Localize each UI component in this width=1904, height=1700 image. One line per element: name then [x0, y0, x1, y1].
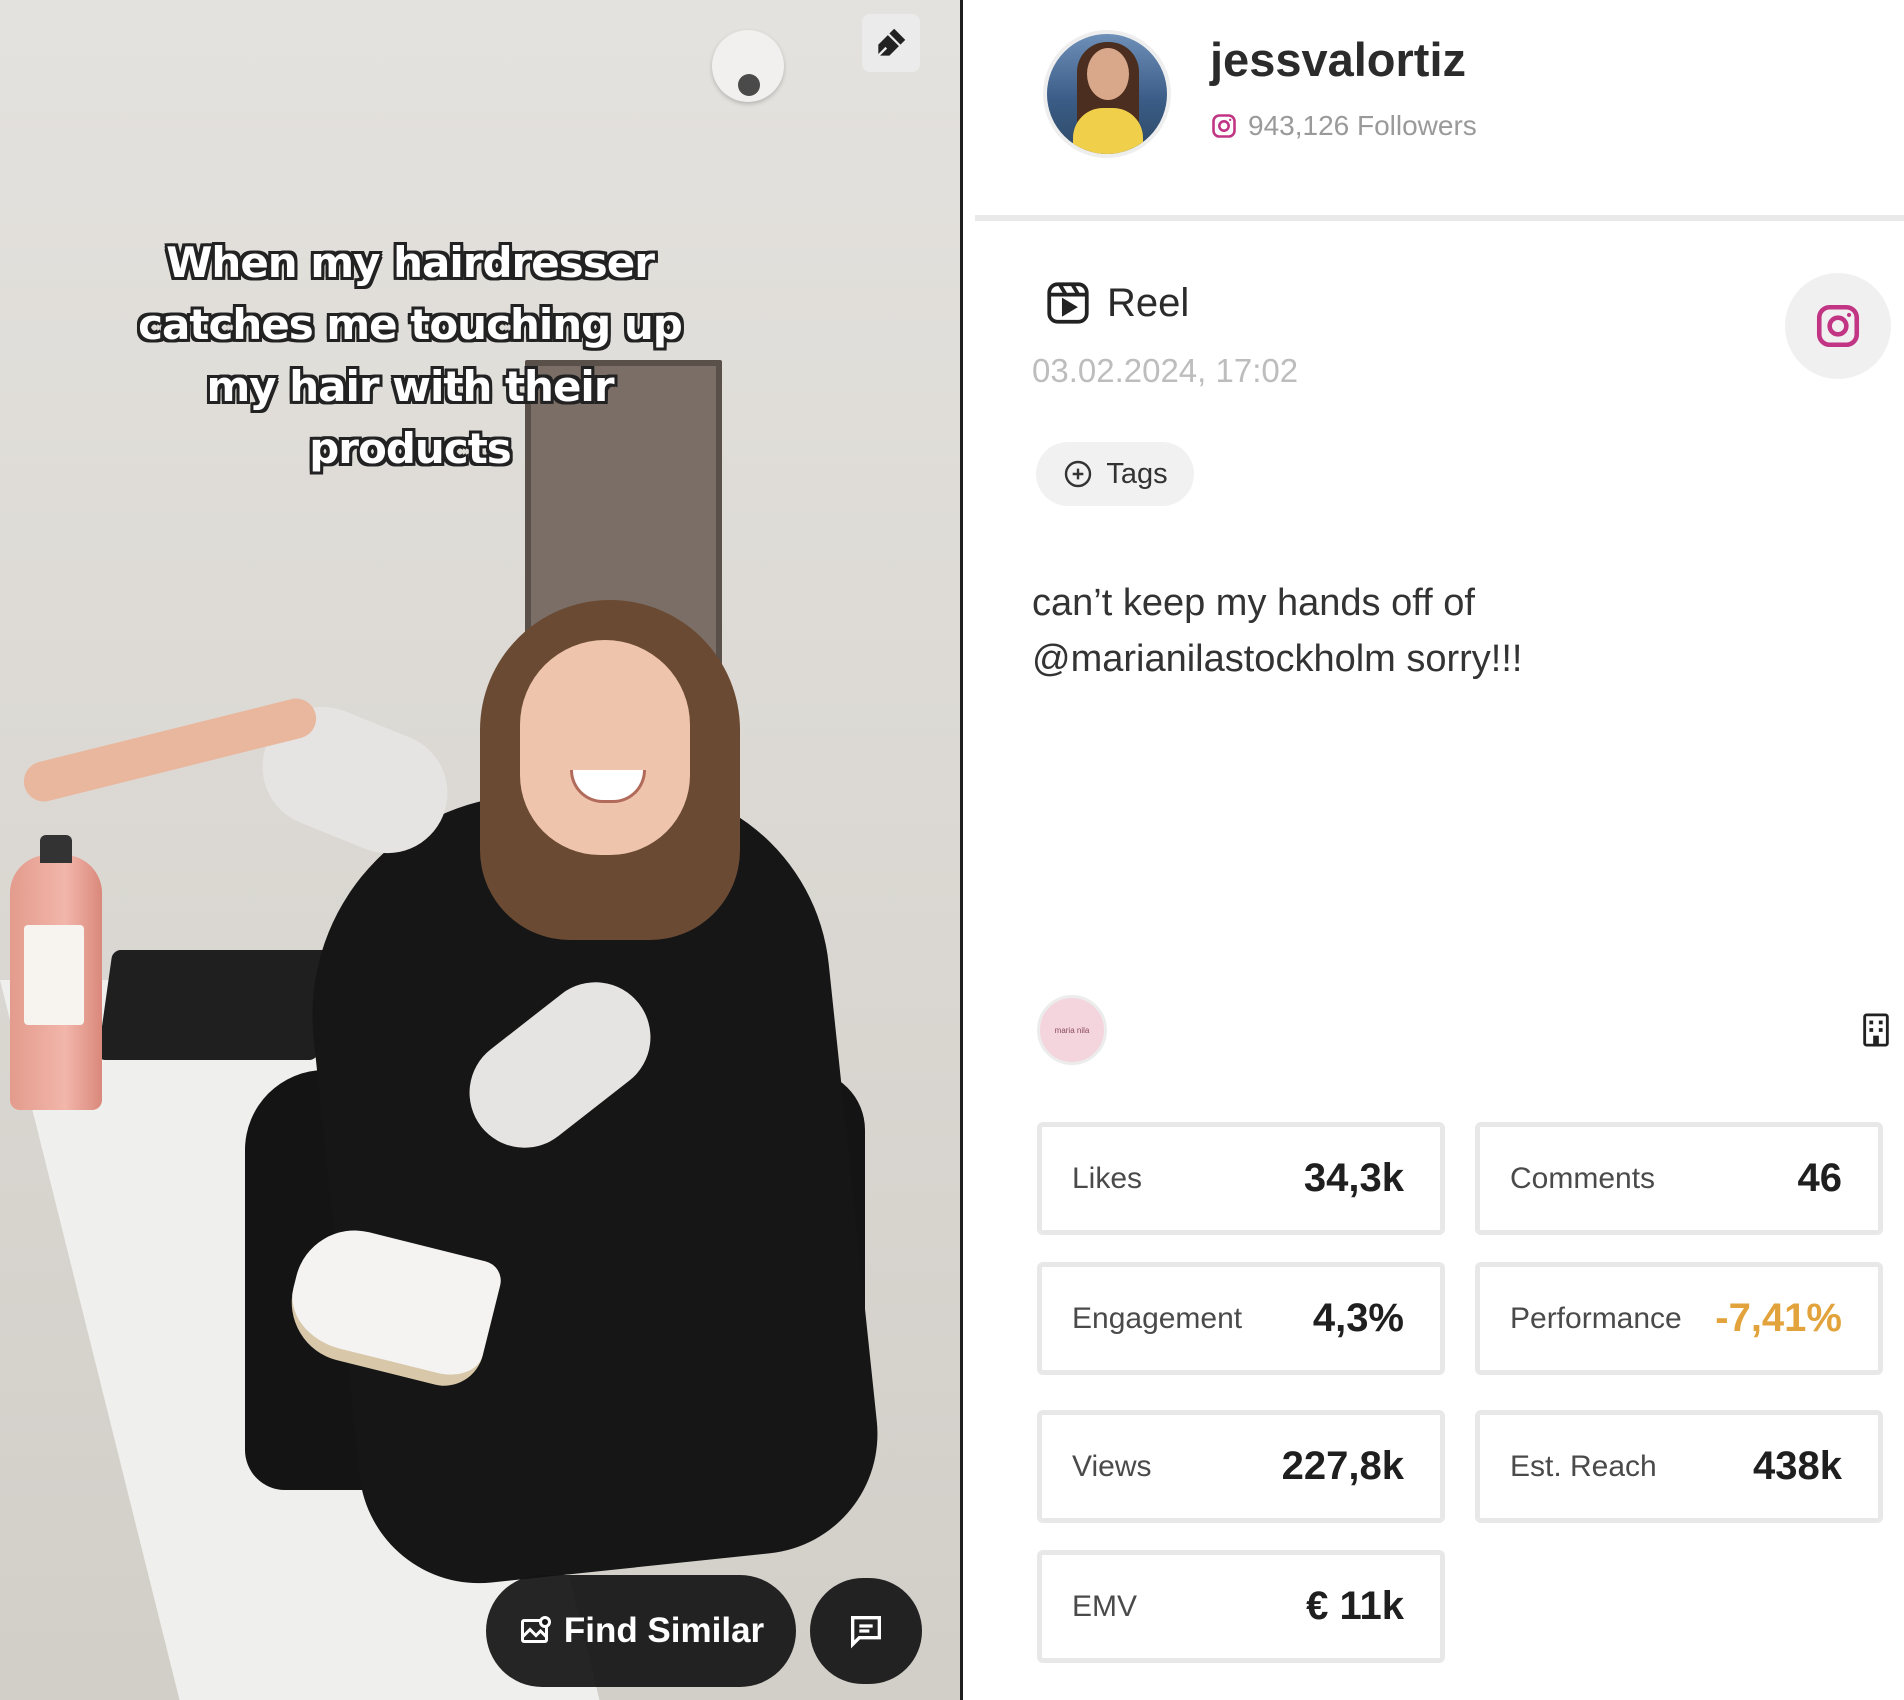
post-media[interactable]: When my hairdresser catches me touching …: [0, 0, 963, 1700]
plus-circle-icon: [1065, 460, 1092, 488]
instagram-icon: [1212, 114, 1236, 138]
stat-card-views: Views 227,8k: [1037, 1410, 1445, 1523]
post-date: 03.02.2024, 17:02: [1032, 352, 1299, 389]
stat-label: Likes: [1072, 1161, 1143, 1195]
stat-value: 4,3%: [1312, 1296, 1404, 1340]
instagram-icon: [1816, 304, 1860, 348]
stat-value: 46: [1797, 1156, 1843, 1200]
image-search-icon: [520, 1616, 551, 1643]
comments-button[interactable]: [810, 1578, 922, 1684]
stat-value: 34,3k: [1303, 1156, 1404, 1200]
profile-avatar[interactable]: [1043, 30, 1171, 158]
reel-icon: [1047, 282, 1089, 324]
ceiling-camera: [712, 30, 784, 102]
stat-card-performance: Performance -7,41%: [1475, 1262, 1883, 1375]
edit-button[interactable]: [862, 14, 920, 72]
stat-card-emv: EMV € 11k: [1037, 1550, 1445, 1663]
stat-value: 227,8k: [1281, 1444, 1404, 1488]
post-caption: can’t keep my hands off of @marianilasto…: [1032, 582, 1523, 680]
video-caption: When my hairdresser catches me touching …: [138, 238, 683, 473]
pane-divider: [960, 0, 963, 1700]
pen-icon: [877, 28, 906, 57]
stat-label: Comments: [1510, 1161, 1656, 1195]
post-type: Reel: [1043, 278, 1189, 328]
stat-card-est-reach: Est. Reach 438k: [1475, 1410, 1883, 1523]
followers-count: 943,126 Followers: [1210, 110, 1477, 142]
brand-logo-text: maria nila: [1054, 1025, 1090, 1035]
face: [520, 640, 690, 855]
add-tags-button[interactable]: Tags: [1036, 442, 1194, 506]
header-divider: [975, 215, 1904, 221]
stat-label: Views: [1072, 1449, 1152, 1483]
stat-card-engagement: Engagement 4,3%: [1037, 1262, 1445, 1375]
post-details-panel: jessvalortiz 943,126 Followers Reel 03.0…: [965, 0, 1904, 1700]
stat-label: EMV: [1072, 1589, 1138, 1623]
profile-username[interactable]: jessvalortiz: [1210, 32, 1466, 87]
brand-avatar[interactable]: maria nila: [1037, 995, 1107, 1065]
stat-label: Engagement: [1072, 1301, 1243, 1335]
stat-value: -7,41%: [1715, 1296, 1842, 1340]
salon-trolley: [97, 950, 333, 1060]
post-type-label: Reel: [1107, 280, 1190, 325]
building-icon[interactable]: [1862, 1013, 1890, 1047]
stat-label: Performance: [1510, 1301, 1682, 1335]
stat-value: 438k: [1753, 1444, 1842, 1488]
stat-label: Est. Reach: [1510, 1449, 1657, 1483]
followers-label: 943,126 Followers: [1248, 110, 1477, 141]
tags-label: Tags: [1106, 457, 1168, 490]
product-bottle: [10, 835, 102, 1110]
stat-card-likes: Likes 34,3k: [1037, 1122, 1445, 1235]
stat-card-comments: Comments 46: [1475, 1122, 1883, 1235]
find-similar-button[interactable]: Find Similar: [486, 1575, 796, 1687]
comment-icon: [851, 1616, 881, 1649]
stat-value: € 11k: [1306, 1584, 1404, 1628]
open-on-instagram-button[interactable]: [1785, 273, 1891, 379]
find-similar-label: Find Similar: [563, 1611, 765, 1650]
